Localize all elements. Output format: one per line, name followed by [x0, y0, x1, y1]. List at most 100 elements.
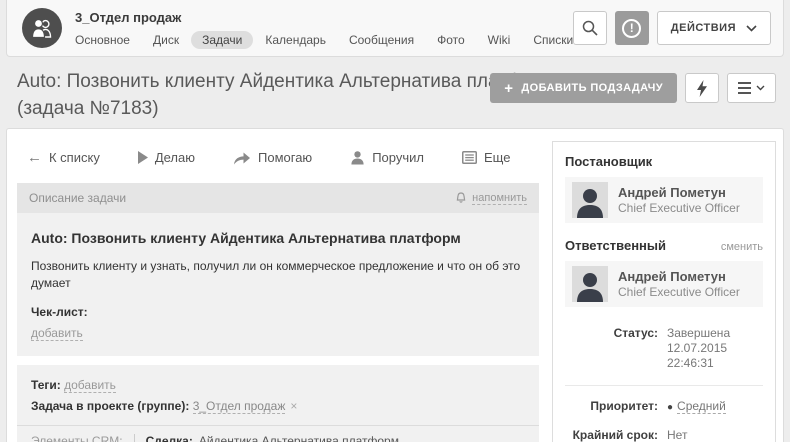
- planning-group: Приоритет: ●Средний Крайний срок: Нет Пл…: [565, 385, 763, 442]
- tags-add-link[interactable]: добавить: [64, 378, 116, 393]
- description-panel: Описание задачи напомнить Auto: Позвонит…: [17, 183, 539, 356]
- header-controls: ! ДЕЙСТВИЯ: [573, 11, 771, 45]
- responsible-card[interactable]: Андрей Пометун Chief Executive Officer: [565, 261, 763, 307]
- responsible-name[interactable]: Андрей Пометун: [618, 269, 740, 285]
- priority-value-link[interactable]: Средний: [677, 399, 726, 414]
- task-details-sidebar: Постановщик Андрей Пометун Chief Executi…: [552, 141, 776, 442]
- vertical-divider: [134, 434, 135, 442]
- tab-tasks[interactable]: Задачи: [191, 31, 253, 49]
- crm-row: Элементы CRM: Сделка: Айдентика Альтерна…: [31, 434, 525, 442]
- more-label: Еще: [484, 150, 510, 165]
- task-description-text: Позвонить клиенту и узнать, получил ли о…: [31, 258, 525, 293]
- tab-photo[interactable]: Фото: [437, 33, 465, 47]
- quick-actions-button[interactable]: [685, 73, 719, 103]
- helping-label: Помогаю: [258, 150, 312, 165]
- task-properties: Статус: Завершена 12.07.2015 22:46:31 Пр…: [565, 313, 763, 442]
- search-button[interactable]: [573, 11, 607, 45]
- chevron-down-icon: [756, 85, 765, 91]
- creator-info: Андрей Пометун Chief Executive Officer: [618, 185, 740, 216]
- deal-label: Сделка:: [146, 434, 193, 442]
- status-group: Статус: Завершена 12.07.2015 22:46:31: [565, 313, 763, 385]
- status-value: Завершена 12.07.2015 22:46:31: [667, 326, 763, 371]
- creator-card[interactable]: Андрей Пометун Chief Executive Officer: [565, 177, 763, 223]
- priority-value: ● Средний: [667, 399, 763, 415]
- priority-dot-icon: ●: [667, 402, 673, 413]
- change-responsible-link[interactable]: сменить: [721, 241, 763, 253]
- person-icon: [350, 150, 365, 165]
- tags-row: Теги: добавить: [31, 375, 525, 396]
- deadline-value: Нет: [667, 428, 763, 442]
- remind-label: напомнить: [472, 192, 527, 205]
- remove-project-icon[interactable]: ×: [290, 399, 297, 413]
- person-photo-icon: [575, 270, 605, 302]
- add-subtask-label: ДОБАВИТЬ ПОДЗАДАЧУ: [521, 82, 663, 94]
- project-label: Задача в проекте (группе):: [31, 399, 189, 413]
- creator-title: Chief Executive Officer: [618, 201, 740, 216]
- status-label: Статус:: [565, 326, 667, 371]
- deadline-row: Крайний срок: Нет: [565, 428, 763, 442]
- group-title: 3_Отдел продаж: [75, 10, 181, 25]
- title-actions: + ДОБАВИТЬ ПОДЗАДАЧУ: [490, 73, 776, 103]
- doing-label: Делаю: [155, 150, 195, 165]
- group-avatar-icon[interactable]: [22, 8, 62, 48]
- description-panel-title: Описание задачи: [29, 191, 126, 205]
- left-arrow-icon: ←: [27, 149, 42, 166]
- responsible-avatar: [572, 266, 608, 302]
- page-title: Auto: Позвонить клиенту Айдентика Альтер…: [17, 68, 565, 122]
- tab-wiki[interactable]: Wiki: [488, 33, 511, 47]
- remind-link[interactable]: напомнить: [455, 192, 527, 205]
- responsible-info: Андрей Пометун Chief Executive Officer: [618, 269, 740, 300]
- hamburger-icon: [738, 82, 751, 94]
- tab-main[interactable]: Основное: [75, 33, 130, 47]
- task-meta-panel: Теги: добавить Задача в проекте (группе)…: [17, 365, 539, 442]
- checklist-add-link[interactable]: добавить: [31, 326, 83, 341]
- creator-avatar: [572, 182, 608, 218]
- doing-tab[interactable]: Делаю: [138, 150, 195, 165]
- responsible-section-header: Ответственный сменить: [565, 238, 763, 253]
- tab-calendar[interactable]: Календарь: [265, 33, 326, 47]
- person-photo-icon: [575, 186, 605, 218]
- play-icon: [138, 151, 148, 164]
- crm-label: Элементы CRM:: [31, 434, 123, 442]
- tab-lists[interactable]: Списки: [533, 33, 573, 47]
- title-band: Auto: Позвонить клиенту Айдентика Альтер…: [0, 57, 790, 128]
- responsible-label: Ответственный: [565, 238, 666, 253]
- priority-row: Приоритет: ● Средний: [565, 399, 763, 415]
- actions-button[interactable]: ДЕЙСТВИЯ: [657, 11, 771, 45]
- content-card: ← К списку Делаю Помогаю: [6, 128, 784, 442]
- task-main-column: ← К списку Делаю Помогаю: [17, 129, 539, 442]
- list-box-icon: [462, 151, 477, 164]
- description-panel-header: Описание задачи напомнить: [17, 183, 539, 213]
- plus-icon: +: [504, 81, 513, 96]
- task-menu-button[interactable]: [727, 73, 776, 103]
- responsible-title: Chief Executive Officer: [618, 285, 740, 300]
- task-page: 3_Отдел продаж Основное Диск Задачи Кале…: [0, 0, 790, 442]
- deal-link[interactable]: Айдентика Альтернатива платформ: [199, 434, 399, 442]
- exclamation-icon: !: [622, 19, 641, 38]
- more-tab[interactable]: Еще: [462, 150, 510, 165]
- checklist-label: Чек-лист:: [31, 305, 525, 319]
- helping-tab[interactable]: Помогаю: [233, 150, 312, 165]
- delegated-tab[interactable]: Поручил: [350, 150, 424, 165]
- notifications-button[interactable]: !: [615, 11, 649, 45]
- priority-label: Приоритет:: [565, 399, 667, 415]
- chevron-down-icon: [746, 25, 757, 32]
- bell-icon: [455, 192, 467, 204]
- deadline-value-link[interactable]: Нет: [667, 428, 687, 442]
- search-icon: [581, 19, 599, 37]
- back-to-list-label: К списку: [49, 150, 100, 165]
- project-row: Задача в проекте (группе): 3_Отдел прода…: [31, 396, 525, 417]
- project-tag-link[interactable]: 3_Отдел продаж: [193, 399, 286, 414]
- group-header: 3_Отдел продаж Основное Диск Задачи Кале…: [6, 0, 784, 57]
- task-toolbar: ← К списку Делаю Помогаю: [27, 149, 539, 166]
- tab-messages[interactable]: Сообщения: [349, 33, 414, 47]
- forward-arrow-icon: [233, 150, 251, 165]
- group-nav: Основное Диск Задачи Календарь Сообщения…: [75, 31, 596, 49]
- add-subtask-button[interactable]: + ДОБАВИТЬ ПОДЗАДАЧУ: [490, 73, 677, 103]
- back-to-list-button[interactable]: ← К списку: [27, 149, 100, 166]
- creator-name[interactable]: Андрей Пометун: [618, 185, 740, 201]
- two-people-icon: [30, 17, 54, 39]
- tab-disk[interactable]: Диск: [153, 33, 179, 47]
- task-title: Auto: Позвонить клиенту Айдентика Альтер…: [31, 230, 525, 246]
- tags-label: Теги:: [31, 378, 61, 392]
